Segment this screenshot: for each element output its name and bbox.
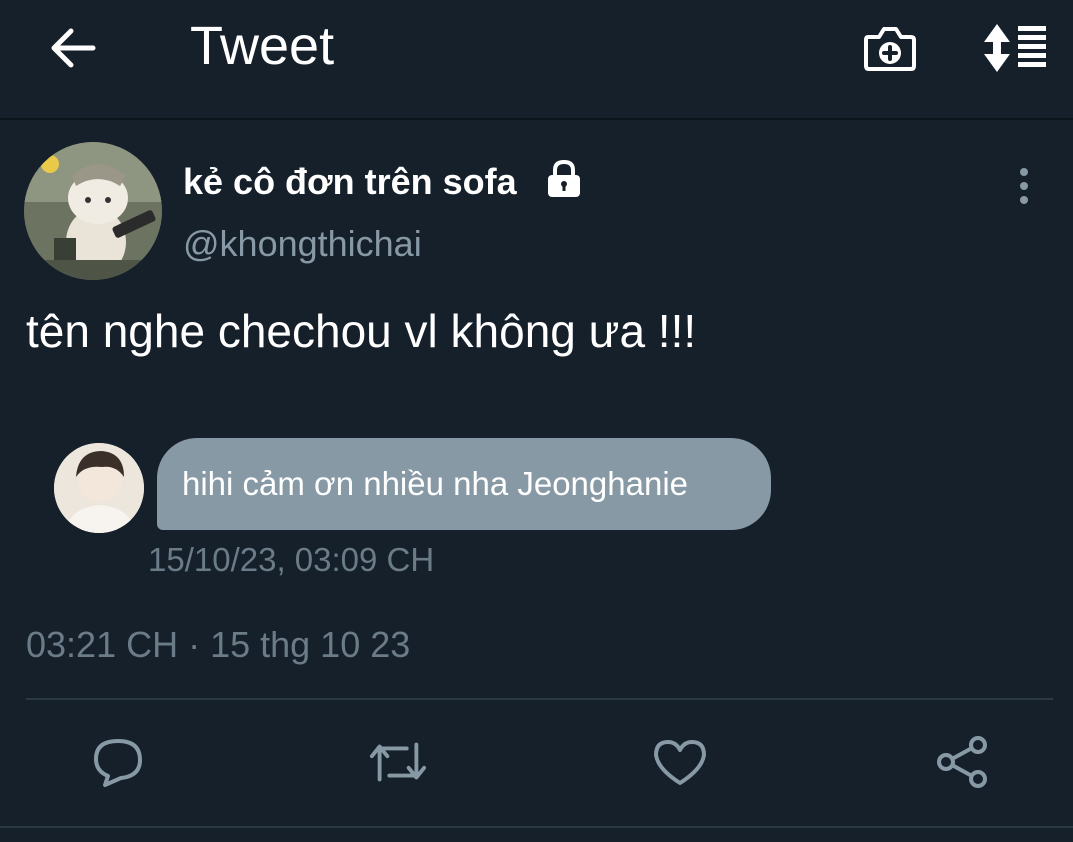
sort-button[interactable]	[978, 18, 1052, 78]
sender-photo	[54, 443, 144, 533]
camera-button[interactable]	[858, 18, 922, 78]
tweet-detail-screen: Tweet kẻ cô đơn trên sofa @khongthichai …	[0, 0, 1073, 842]
retweet-button[interactable]	[368, 732, 428, 792]
sort-list-icon	[984, 24, 1046, 72]
author-handle[interactable]: @khongthichai	[183, 222, 422, 266]
author-avatar[interactable]	[24, 142, 162, 280]
page-title: Tweet	[190, 16, 335, 76]
more-options-button[interactable]	[1004, 164, 1044, 208]
reply-button[interactable]	[88, 732, 148, 792]
message-sender-avatar	[54, 443, 144, 533]
cat-avatar-image	[24, 142, 162, 280]
message-text: hihi cảm ơn nhiều nha Jeonghanie	[182, 465, 689, 502]
like-button[interactable]	[650, 732, 710, 792]
divider	[26, 698, 1053, 700]
tweet-text: tên nghe chechou vl không ưa !!!	[26, 305, 697, 357]
author-display-name[interactable]: kẻ cô đơn trên sofa	[183, 160, 517, 204]
arrow-left-icon	[51, 28, 96, 68]
tweet-timestamp: 03:21 CH · 15 thg 10 23	[26, 624, 411, 665]
top-app-bar: Tweet	[0, 0, 1073, 120]
divider	[0, 826, 1073, 828]
share-icon	[937, 736, 987, 788]
retweet-icon	[369, 742, 427, 782]
lock-icon	[548, 159, 580, 197]
more-vertical-icon	[1020, 168, 1028, 204]
like-icon	[654, 740, 706, 785]
message-timestamp: 15/10/23, 03:09 CH	[148, 541, 435, 578]
back-button[interactable]	[44, 22, 102, 74]
camera-add-icon	[864, 27, 916, 71]
share-button[interactable]	[932, 732, 992, 792]
reply-icon	[94, 739, 142, 787]
